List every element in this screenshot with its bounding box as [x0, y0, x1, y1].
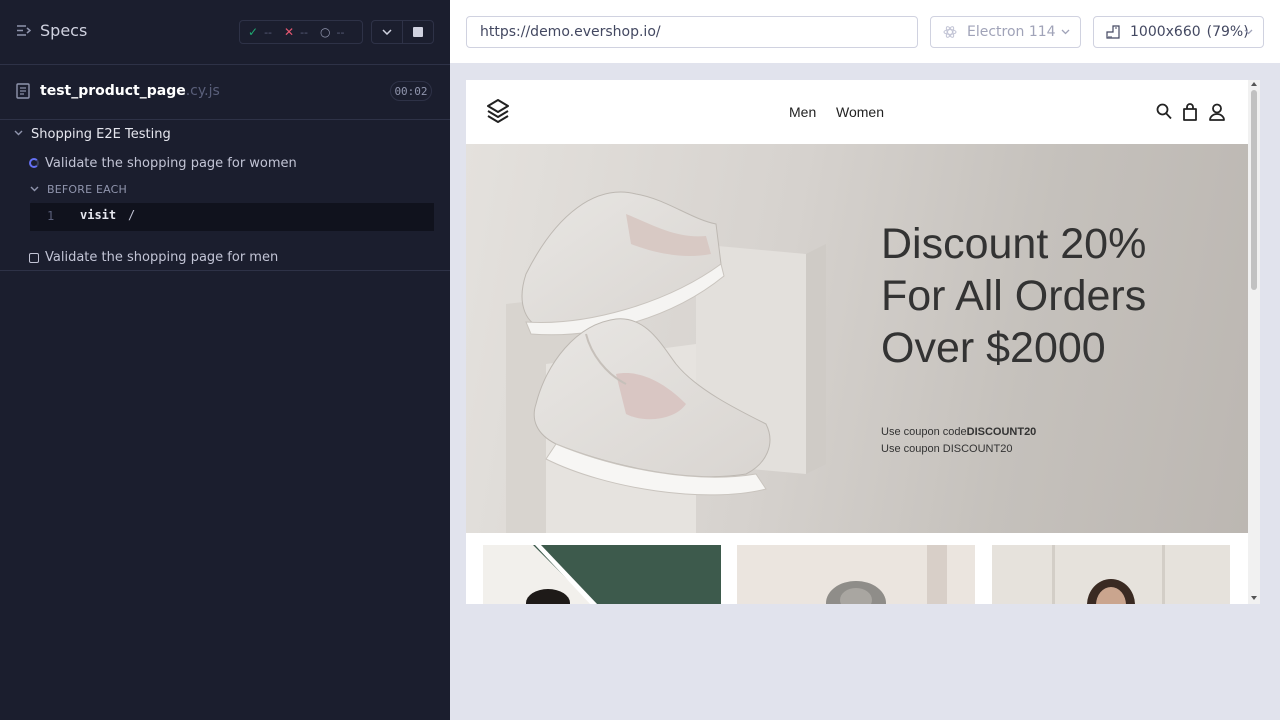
hook-row[interactable]: BEFORE EACH — [0, 181, 450, 199]
test-title: Validate the shopping page for women — [45, 156, 297, 171]
pending-circle-icon: ○ — [320, 25, 331, 39]
site-header: Men Women — [466, 80, 1248, 144]
category-image — [992, 545, 1230, 604]
browser-label: Electron 114 — [967, 24, 1056, 40]
browser-toolbar: https://demo.evershop.io/ Electron 114 1… — [450, 0, 1280, 64]
coupon-prefix: Use coupon code — [881, 426, 967, 438]
search-icon[interactable] — [1156, 103, 1172, 120]
stat-pending: ○ -- — [320, 25, 344, 39]
command-row[interactable]: 1 visit / — [30, 203, 434, 231]
specs-toggle-button[interactable]: Specs — [16, 21, 87, 40]
chevron-down-icon — [30, 186, 39, 192]
user-icon[interactable] — [1209, 103, 1225, 121]
stop-icon — [413, 27, 423, 37]
running-spinner-icon — [29, 158, 39, 168]
hero-coupon-line-2: Use coupon DISCOUNT20 — [881, 443, 1013, 455]
spec-file-row: test_product_page.cy.js 00:02 — [0, 66, 450, 120]
hero-coupon-line: Use coupon codeDISCOUNT20 — [881, 426, 1036, 438]
category-card[interactable] — [737, 545, 975, 604]
specs-list-icon — [16, 24, 31, 37]
passed-count: -- — [264, 25, 273, 39]
failed-count: -- — [300, 25, 309, 39]
app-preview-frame: Men Women Discount 20% For All Orders Ov… — [466, 80, 1260, 604]
chevron-down-icon — [1061, 29, 1070, 35]
suite-title: Shopping E2E Testing — [31, 127, 171, 142]
viewport-dimensions: 1000x660 — [1130, 24, 1201, 40]
category-image — [483, 545, 598, 604]
spec-duration: 00:02 — [390, 81, 432, 101]
document-icon — [16, 83, 30, 99]
hero-banner: Discount 20% For All Orders Over $2000 U… — [466, 144, 1248, 533]
ruler-icon — [1106, 25, 1120, 39]
scroll-down-arrow-icon[interactable] — [1251, 596, 1257, 600]
spec-extension: .cy.js — [185, 83, 220, 99]
category-card[interactable] — [992, 545, 1230, 604]
browser-select[interactable]: Electron 114 — [930, 16, 1081, 48]
test-item[interactable]: Validate the shopping page for men — [0, 247, 450, 271]
test-stats: ✓ -- ✕ -- ○ -- — [239, 20, 363, 44]
viewport-scale: (79%) — [1206, 24, 1249, 40]
x-icon: ✕ — [284, 25, 295, 39]
test-item[interactable]: Validate the shopping page for women — [0, 153, 450, 175]
test-title: Validate the shopping page for men — [45, 250, 279, 265]
shopping-bag-icon[interactable] — [1182, 103, 1198, 121]
category-card[interactable] — [483, 545, 721, 604]
coupon-code: DISCOUNT20 — [966, 426, 1037, 438]
suite-row[interactable]: Shopping E2E Testing — [0, 124, 450, 146]
chevron-down-icon — [14, 130, 23, 136]
command-number: 1 — [47, 209, 55, 223]
command-name: visit — [80, 208, 117, 222]
chevron-down-icon — [382, 29, 392, 35]
preview-scrollbar[interactable] — [1248, 80, 1260, 604]
specs-label: Specs — [40, 21, 88, 40]
spec-base-name: test_product_page — [40, 83, 186, 99]
stat-failed: ✕ -- — [284, 25, 308, 39]
scroll-thumb[interactable] — [1251, 90, 1257, 290]
hero-title: Discount 20% For All Orders Over $2000 — [881, 220, 1147, 372]
logo-icon[interactable] — [486, 98, 510, 124]
electron-icon — [943, 26, 957, 38]
pending-count: -- — [336, 25, 345, 39]
category-image — [737, 545, 975, 604]
pending-square-icon — [29, 253, 39, 263]
reporter-header: Specs ✓ -- ✕ -- ○ -- — [0, 0, 450, 65]
viewport-select[interactable]: 1000x660 (79%) — [1093, 16, 1264, 48]
nav-women-link[interactable]: Women — [836, 104, 884, 120]
stop-button[interactable] — [402, 20, 434, 44]
hook-title: BEFORE EACH — [47, 183, 128, 196]
stat-passed: ✓ -- — [248, 25, 272, 39]
chevron-down-icon — [1244, 29, 1253, 35]
expand-toggle-button[interactable] — [371, 20, 403, 44]
nav-men-link[interactable]: Men — [789, 104, 816, 120]
url-input[interactable]: https://demo.evershop.io/ — [466, 16, 918, 48]
check-icon: ✓ — [248, 25, 259, 39]
command-arg: / — [128, 208, 136, 222]
scroll-up-arrow-icon[interactable] — [1251, 82, 1257, 86]
spec-file-name: test_product_page.cy.js — [40, 83, 220, 99]
viewport-size: 1000x660 (79%) — [1130, 24, 1249, 40]
reporter-panel: Specs ✓ -- ✕ -- ○ -- test_product_page.c… — [0, 0, 450, 720]
